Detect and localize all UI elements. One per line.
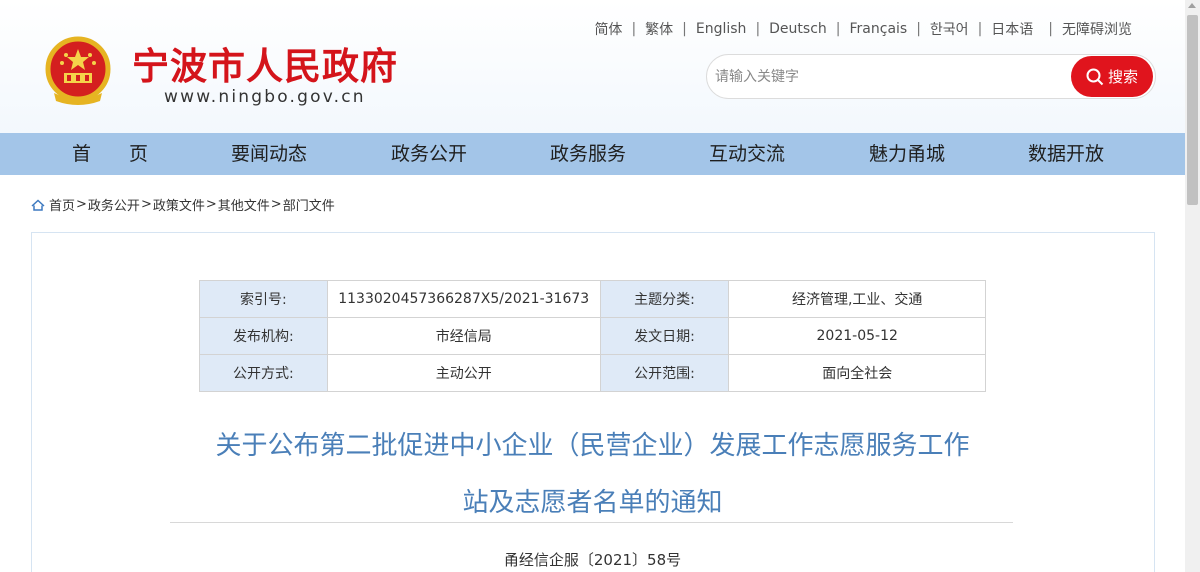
breadcrumb-other-docs[interactable]: 其他文件 [218,195,270,214]
breadcrumb-policy-docs[interactable]: 政策文件 [153,195,205,214]
disclosure-mode-value: 主动公开 [326,354,601,392]
document-title-line-1: 关于公布第二批促进中小企业（民营企业）发展工作志愿服务工作 [215,431,970,461]
home-icon [31,198,45,211]
document-meta-table: 索引号: 1133020457366287X5/2021-31673 主题分类:… [199,280,986,392]
lang-english[interactable]: English [687,21,756,37]
breadcrumb-separator: > [205,197,217,212]
document-title: 关于公布第二批促进中小企业（民营企业）发展工作志愿服务工作 站及志愿者名单的通知 [170,418,1015,532]
breadcrumb-dept-docs[interactable]: 部门文件 [283,195,335,214]
breadcrumb: 首页 > 政务公开 > 政策文件 > 其他文件 > 部门文件 [31,195,335,214]
scrollbar[interactable] [1185,0,1200,572]
site-header: 宁波市人民政府 www.ningbo.gov.cn 简体 | 繁体 | Engl… [0,0,1185,133]
main-nav: 首 页 要闻动态 政务公开 政务服务 互动交流 魅力甬城 数据开放 [0,133,1185,175]
topic-value: 经济管理,工业、交通 [728,280,986,318]
disclosure-scope-value: 面向全社会 [728,354,986,392]
lang-simplified[interactable]: 简体 [585,19,631,39]
table-row: 索引号: 1133020457366287X5/2021-31673 主题分类:… [199,280,986,318]
index-value: 1133020457366287X5/2021-31673 [326,280,601,318]
scroll-up-arrow-icon[interactable] [1188,3,1196,8]
nav-city-charm[interactable]: 魅力甬城 [869,133,945,175]
nav-home[interactable]: 首 页 [72,133,148,175]
nav-news[interactable]: 要闻动态 [231,133,307,175]
national-emblem-icon[interactable] [42,35,114,107]
breadcrumb-home[interactable]: 首页 [49,195,75,214]
language-bar: 简体 | 繁体 | English | Deutsch | Français |… [585,19,1141,39]
nav-gov-affairs-public[interactable]: 政务公开 [391,133,467,175]
search-button[interactable]: 搜索 [1071,56,1153,97]
document-title-line-2: 站及志愿者名单的通知 [462,488,723,518]
search-input[interactable] [715,64,1065,90]
breadcrumb-separator: > [270,197,282,212]
lang-deutsch[interactable]: Deutsch [760,21,836,37]
nav-gov-services[interactable]: 政务服务 [550,133,626,175]
title-divider [170,522,1013,523]
search-icon [1086,68,1104,85]
table-row: 发布机构: 市经信局 发文日期: 2021-05-12 [199,317,986,355]
topic-label: 主题分类: [599,280,730,318]
search-box: 搜索 [706,54,1156,99]
search-button-label: 搜索 [1107,68,1138,86]
lang-japanese[interactable]: 日本语 [982,19,1042,39]
date-value: 2021-05-12 [728,317,986,355]
document-number: 甬经信企服〔2021〕58号 [503,551,682,569]
breadcrumb-separator: > [140,197,152,212]
lang-francais[interactable]: Français [841,21,917,37]
lang-korean[interactable]: 한국어 [921,19,978,39]
index-label: 索引号: [199,280,328,318]
date-label: 发文日期: [599,317,730,355]
disclosure-scope-label: 公开范围: [599,354,730,392]
publisher-label: 发布机构: [199,317,328,355]
table-row: 公开方式: 主动公开 公开范围: 面向全社会 [199,354,986,392]
accessibility-link[interactable]: 无障碍浏览 [1053,19,1141,39]
scroll-thumb[interactable] [1187,15,1198,205]
publisher-value: 市经信局 [326,317,601,355]
nav-interaction[interactable]: 互动交流 [709,133,785,175]
breadcrumb-gov-affairs-public[interactable]: 政务公开 [88,195,140,214]
breadcrumb-separator: > [76,197,87,212]
site-title[interactable]: 宁波市人民政府 [132,36,398,90]
nav-open-data[interactable]: 数据开放 [1028,133,1104,175]
lang-traditional[interactable]: 繁体 [636,19,682,39]
disclosure-mode-label: 公开方式: [199,354,328,392]
site-url: www.ningbo.gov.cn [164,87,366,107]
